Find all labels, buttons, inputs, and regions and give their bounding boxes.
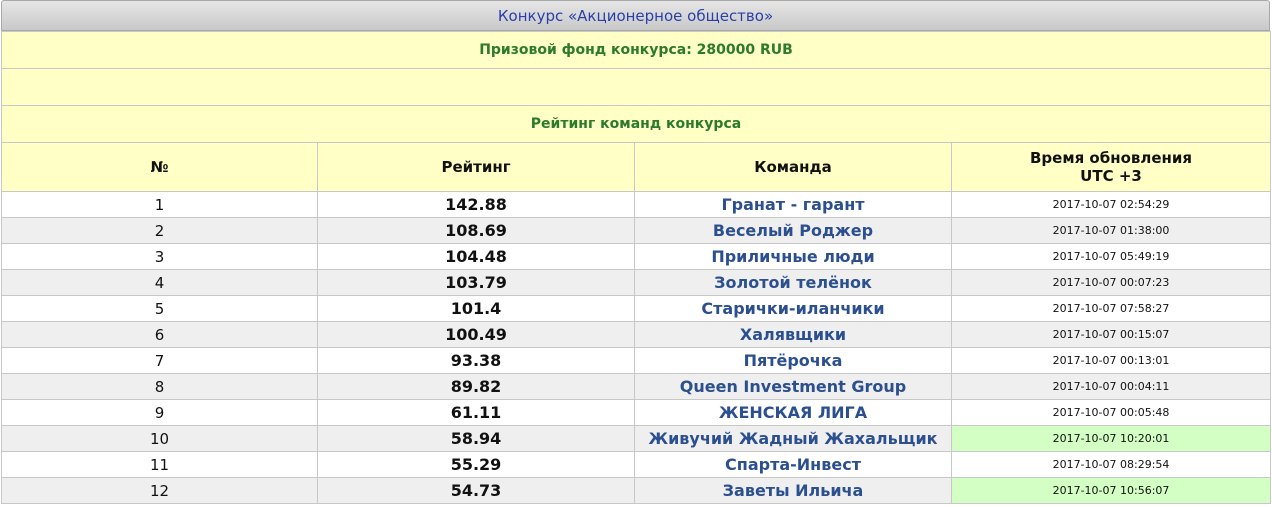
team-link[interactable]: Веселый Роджер bbox=[634, 217, 952, 244]
rank-cell: 9 bbox=[1, 399, 318, 426]
team-link[interactable]: ЖЕНСКАЯ ЛИГА bbox=[634, 399, 952, 426]
rating-heading-row: Рейтинг команд конкурса bbox=[0, 105, 1272, 143]
team-link[interactable]: Queen Investment Group bbox=[634, 373, 952, 400]
rating-cell: 101.4 bbox=[317, 295, 635, 322]
table-row: 4 103.79 Золотой телёнок 2017-10-07 00:07:2… bbox=[1, 269, 1272, 296]
rating-table: Призовой фонд конкурса: 280000 RUB Рейти… bbox=[0, 31, 1272, 504]
contest-panel: Конкурс «Акционерное общество» Призовой … bbox=[0, 0, 1272, 504]
rating-cell: 58.94 bbox=[317, 425, 635, 452]
table-row: 6 100.49 Халявщики 2017-10-07 00:15:07 bbox=[1, 321, 1272, 348]
update-time-cell: 2017-10-07 00:15:07 bbox=[950, 321, 1272, 348]
update-time-cell: 2017-10-07 10:56:07 bbox=[950, 477, 1272, 504]
team-link[interactable]: Заветы Ильича bbox=[634, 477, 952, 504]
column-header-time: Время обновления UTC +3 bbox=[950, 142, 1272, 192]
update-time-cell: 2017-10-07 02:54:29 bbox=[950, 191, 1272, 218]
table-row: 12 54.73 Заветы Ильича 2017-10-07 10:56:07 bbox=[1, 477, 1272, 504]
rating-cell: 54.73 bbox=[317, 477, 635, 504]
prize-fund: Призовой фонд конкурса: 280000 RUB bbox=[0, 31, 1272, 69]
rating-cell: 142.88 bbox=[317, 191, 635, 218]
team-link[interactable]: Спарта-Инвест bbox=[634, 451, 952, 478]
rank-cell: 3 bbox=[1, 243, 318, 270]
column-header-num: № bbox=[1, 142, 318, 192]
rank-cell: 8 bbox=[1, 373, 318, 400]
rank-cell: 1 bbox=[1, 191, 318, 218]
rating-cell: 100.49 bbox=[317, 321, 635, 348]
table-row: 10 58.94 Живучий Жадный Жахальщик 2017-10-0… bbox=[1, 425, 1272, 452]
table-row: 11 55.29 Спарта-Инвест 2017-10-07 08:29:54 bbox=[1, 451, 1272, 478]
team-link[interactable]: Живучий Жадный Жахальщик bbox=[634, 425, 952, 452]
table-row: 7 93.38 Пятёрочка 2017-10-07 00:13:01 bbox=[1, 347, 1272, 374]
team-link[interactable]: Старички-иланчики bbox=[634, 295, 952, 322]
rank-cell: 11 bbox=[1, 451, 318, 478]
column-header-row: № Рейтинг Команда Время обновления UTC +… bbox=[1, 142, 1272, 192]
rank-cell: 2 bbox=[1, 217, 318, 244]
update-time-cell: 2017-10-07 08:29:54 bbox=[950, 451, 1272, 478]
table-row: 5 101.4 Старички-иланчики 2017-10-07 07:58:… bbox=[1, 295, 1272, 322]
table-row: 1 142.88 Гранат - гарант 2017-10-07 02:54:2… bbox=[1, 191, 1272, 218]
table-row: 8 89.82 Queen Investment Group 2017-10-07 0… bbox=[1, 373, 1272, 400]
team-link[interactable]: Гранат - гарант bbox=[634, 191, 952, 218]
rating-cell: 93.38 bbox=[317, 347, 635, 374]
rank-cell: 4 bbox=[1, 269, 318, 296]
team-link[interactable]: Халявщики bbox=[634, 321, 952, 348]
update-time-cell: 2017-10-07 01:38:00 bbox=[950, 217, 1272, 244]
rating-cell: 103.79 bbox=[317, 269, 635, 296]
update-time-cell: 2017-10-07 05:49:19 bbox=[950, 243, 1272, 270]
prize-fund-row: Призовой фонд конкурса: 280000 RUB bbox=[0, 31, 1272, 69]
rank-cell: 5 bbox=[1, 295, 318, 322]
update-time-cell: 2017-10-07 10:20:01 bbox=[950, 425, 1272, 452]
rank-cell: 6 bbox=[1, 321, 318, 348]
rating-cell: 55.29 bbox=[317, 451, 635, 478]
rating-heading: Рейтинг команд конкурса bbox=[0, 105, 1272, 143]
team-link[interactable]: Пятёрочка bbox=[634, 347, 952, 374]
rank-cell: 10 bbox=[1, 425, 318, 452]
rank-cell: 12 bbox=[1, 477, 318, 504]
rating-cell: 61.11 bbox=[317, 399, 635, 426]
rating-cell: 108.69 bbox=[317, 217, 635, 244]
update-time-cell: 2017-10-07 00:04:11 bbox=[950, 373, 1272, 400]
rating-cell: 89.82 bbox=[317, 373, 635, 400]
rank-cell: 7 bbox=[1, 347, 318, 374]
spacer-cell bbox=[0, 68, 1272, 106]
table-row: 2 108.69 Веселый Роджер 2017-10-07 01:38:00 bbox=[1, 217, 1272, 244]
update-time-cell: 2017-10-07 07:58:27 bbox=[950, 295, 1272, 322]
spacer-row bbox=[0, 68, 1272, 106]
team-link[interactable]: Приличные люди bbox=[634, 243, 952, 270]
team-link[interactable]: Золотой телёнок bbox=[634, 269, 952, 296]
update-time-cell: 2017-10-07 00:13:01 bbox=[950, 347, 1272, 374]
column-header-team: Команда bbox=[634, 142, 952, 192]
table-row: 9 61.11 ЖЕНСКАЯ ЛИГА 2017-10-07 00:05:48 bbox=[1, 399, 1272, 426]
update-time-cell: 2017-10-07 00:07:23 bbox=[950, 269, 1272, 296]
contest-title: Конкурс «Акционерное общество» bbox=[1, 0, 1270, 31]
column-header-rating: Рейтинг bbox=[317, 142, 635, 192]
update-time-cell: 2017-10-07 00:05:48 bbox=[950, 399, 1272, 426]
table-row: 3 104.48 Приличные люди 2017-10-07 05:49:19 bbox=[1, 243, 1272, 270]
rating-cell: 104.48 bbox=[317, 243, 635, 270]
